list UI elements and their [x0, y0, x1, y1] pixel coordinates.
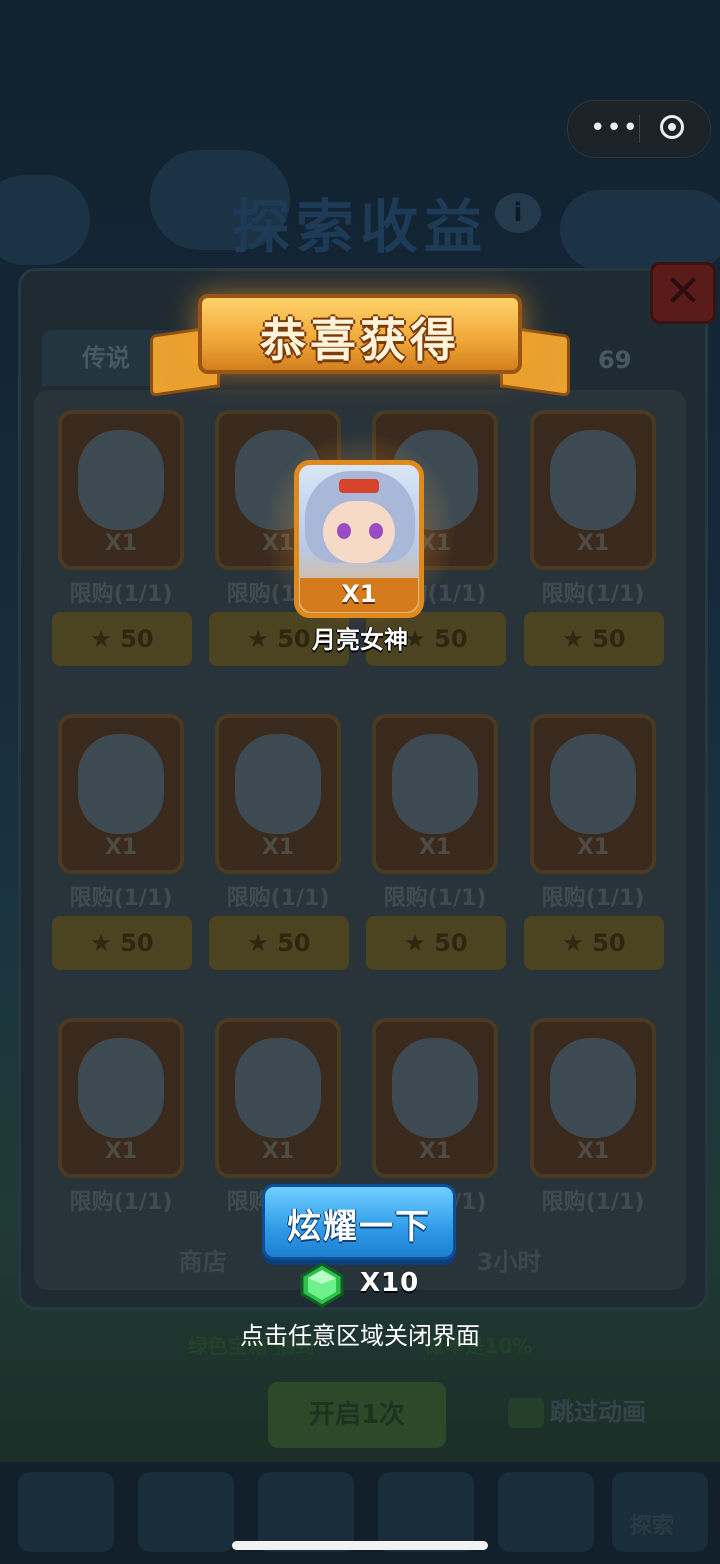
capsule-divider: [639, 115, 640, 143]
hero-eye: [337, 523, 351, 539]
more-dots-icon[interactable]: •••: [590, 113, 639, 143]
miniprogram-capsule: •••: [567, 100, 711, 158]
congrats-banner: 恭喜获得: [198, 294, 522, 374]
show-off-button[interactable]: 炫耀一下: [262, 1184, 456, 1260]
hero-eye: [369, 523, 383, 539]
hero-face: [323, 501, 395, 563]
target-icon[interactable]: [660, 115, 684, 139]
congrats-title: 恭喜获得: [260, 313, 460, 367]
hero-crown: [339, 479, 379, 493]
reward-name: 月亮女神: [312, 626, 408, 654]
home-indicator: [232, 1541, 488, 1550]
gem-quantity: X10: [360, 1268, 420, 1298]
reward-quantity: X1: [341, 580, 377, 608]
close-hint: 点击任意区域关闭界面: [240, 1322, 480, 1350]
green-gem-icon: [300, 1262, 344, 1308]
show-off-label: 炫耀一下: [287, 1207, 431, 1247]
